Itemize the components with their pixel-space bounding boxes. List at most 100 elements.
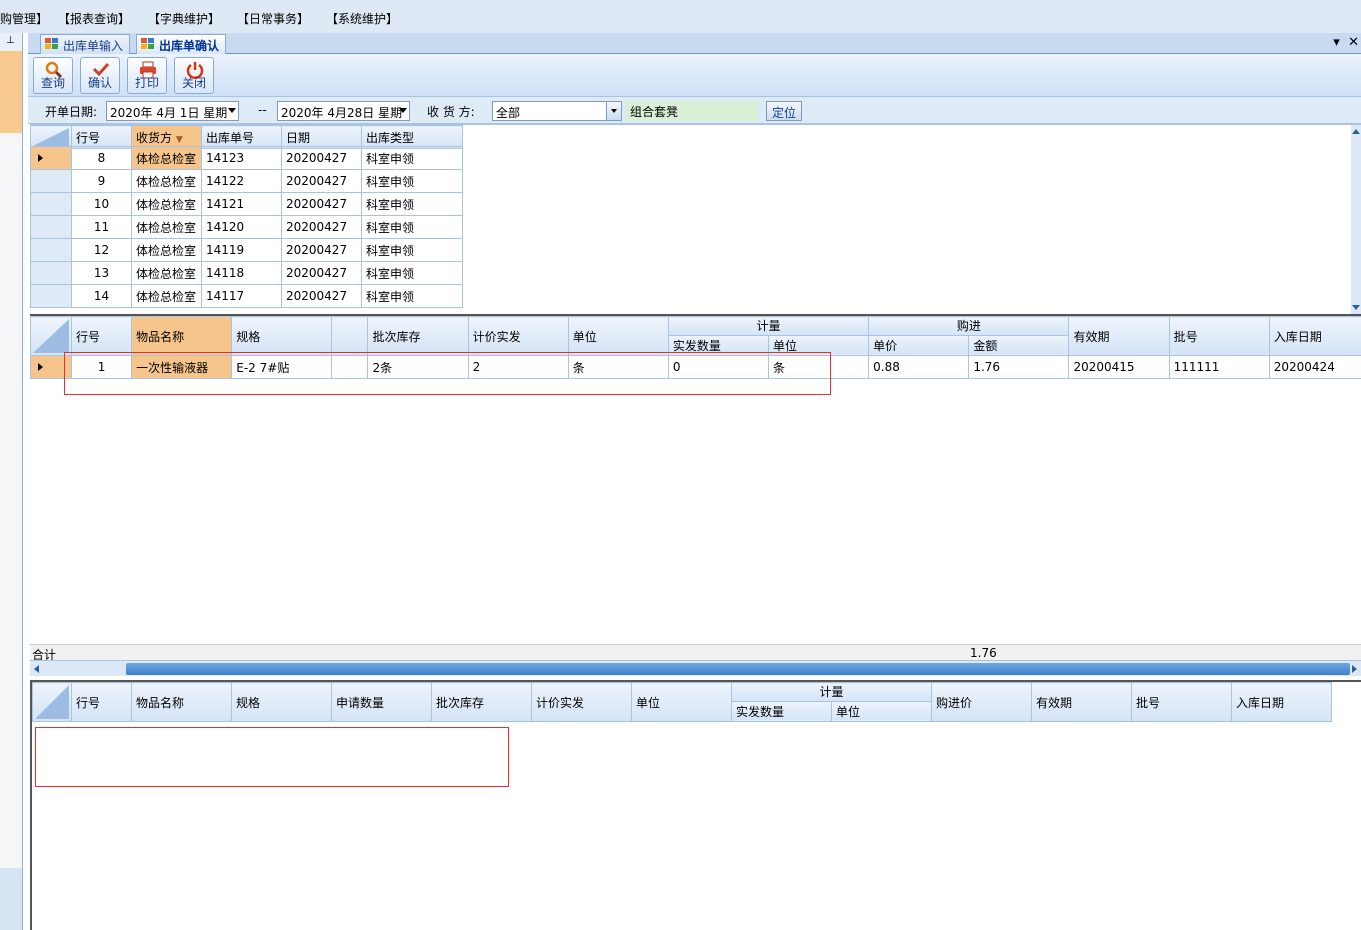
col-header-inbound-date[interactable]: 入库日期 (1231, 682, 1333, 722)
col-header-priced-issued[interactable]: 计价实发 (531, 682, 632, 722)
col-header-expiry[interactable]: 有效期 (1068, 316, 1170, 356)
cell-date[interactable]: 20200427 (281, 169, 362, 193)
cell-type[interactable]: 科室申领 (361, 192, 463, 216)
col-header-unit-price[interactable]: 单价 (868, 334, 970, 357)
col-header-item-name[interactable]: 物品名称 (131, 316, 233, 356)
cell-row-no[interactable]: 13 (71, 261, 132, 285)
cell-row-no[interactable]: 10 (71, 192, 132, 216)
cell-date[interactable]: 20200427 (281, 215, 362, 239)
cell-type[interactable]: 科室申领 (361, 169, 463, 193)
cell-receiver[interactable]: 体检总检室 (131, 169, 202, 193)
cell-row-no[interactable]: 12 (71, 238, 132, 262)
cell-type[interactable]: 科室申领 (361, 215, 463, 239)
date-to-picker[interactable]: 2020年 4月28日 星期 (277, 101, 410, 121)
cell-order-no[interactable]: 14121 (201, 192, 282, 216)
cell-date[interactable]: 20200427 (281, 146, 362, 170)
cell-receiver[interactable]: 体检总检室 (131, 192, 202, 216)
dock-selected-item[interactable] (0, 51, 22, 133)
locate-button[interactable]: 定位 (766, 101, 802, 121)
scroll-up-icon[interactable] (1352, 129, 1360, 134)
menu-system[interactable]: 【系统维护】 (326, 10, 398, 27)
cell-type[interactable]: 科室申领 (361, 146, 463, 170)
table-row[interactable]: 10 体检总检室 14121 20200427 科室申领 (30, 192, 463, 216)
cell-order-no[interactable]: 14117 (201, 284, 282, 308)
close-icon[interactable]: ✕ (1348, 35, 1359, 50)
col-header-spec[interactable]: 规格 (231, 316, 333, 356)
col-header-row-no[interactable]: 行号 (71, 316, 133, 356)
cell-date[interactable]: 20200427 (281, 192, 362, 216)
menu-report-query[interactable]: 【报表查询】 (58, 10, 130, 27)
cell-type[interactable]: 科室申领 (361, 261, 463, 285)
query-button[interactable]: 查询 (33, 57, 73, 94)
confirm-button[interactable]: 确认 (80, 57, 120, 94)
horizontal-scrollbar[interactable] (30, 660, 1361, 676)
splitter[interactable] (23, 33, 30, 930)
cell-order-no[interactable]: 14120 (201, 215, 282, 239)
cell-amount[interactable]: 1.76 (968, 355, 1070, 379)
col-header-item-name[interactable]: 物品名称 (131, 682, 232, 722)
table-row[interactable]: 14 体检总检室 14117 20200427 科室申领 (30, 284, 463, 308)
cell-expiry[interactable]: 20200415 (1068, 355, 1170, 379)
scroll-right-icon[interactable] (1352, 665, 1357, 673)
table-row[interactable]: 12 体检总检室 14119 20200427 科室申领 (30, 238, 463, 262)
vertical-scrollbar[interactable] (1351, 125, 1361, 314)
col-header-inbound-date[interactable]: 入库日期 (1268, 316, 1361, 356)
close-button[interactable]: 关闭 (174, 57, 214, 94)
scroll-down-icon[interactable] (1352, 305, 1360, 310)
cell-receiver[interactable]: 体检总检室 (131, 261, 202, 285)
table-row[interactable]: 13 体检总检室 14118 20200427 科室申领 (30, 261, 463, 285)
col-header-expiry[interactable]: 有效期 (1031, 682, 1133, 722)
cell-row-no[interactable]: 14 (71, 284, 132, 308)
cell-receiver[interactable]: 体检总检室 (131, 146, 202, 170)
col-header-batch-stock[interactable]: 批次库存 (431, 682, 532, 722)
row-indicator[interactable] (30, 192, 72, 216)
date-from-picker[interactable]: 2020年 4月 1日 星期 (106, 101, 239, 121)
receiver-select[interactable]: 全部 (492, 101, 622, 121)
col-header-purchase-price[interactable]: 购进价 (931, 682, 1033, 722)
cell-row-no[interactable]: 11 (71, 215, 132, 239)
col-header-batch-no[interactable]: 批号 (1131, 682, 1233, 722)
scroll-thumb[interactable] (126, 663, 1350, 675)
print-button[interactable]: 打印 (127, 57, 167, 94)
pin-icon[interactable]: ⊥ (6, 35, 15, 46)
tab-outbound-input[interactable]: 出库单输入 (40, 34, 131, 54)
row-indicator[interactable] (30, 238, 72, 262)
cell-batch-no[interactable]: 111111 (1168, 355, 1270, 379)
cell-receiver[interactable]: 体检总检室 (131, 215, 202, 239)
col-header-priced-issued[interactable]: 计价实发 (467, 316, 569, 356)
menu-daily-affairs[interactable]: 【日常事务】 (237, 10, 309, 27)
cell-order-no[interactable]: 14123 (201, 146, 282, 170)
set-field[interactable]: 组合套凳 (626, 101, 758, 121)
row-indicator[interactable] (30, 215, 72, 239)
cell-date[interactable]: 20200427 (281, 284, 362, 308)
table-row[interactable]: 11 体检总检室 14120 20200427 科室申领 (30, 215, 463, 239)
cell-type[interactable]: 科室申领 (361, 238, 463, 262)
cell-row-no[interactable]: 8 (71, 146, 132, 170)
cell-row-no[interactable]: 9 (71, 169, 132, 193)
scroll-left-icon[interactable] (34, 665, 39, 673)
cell-receiver[interactable]: 体检总检室 (131, 238, 202, 262)
cell-unit-price[interactable]: 0.88 (868, 355, 970, 379)
tab-list-icon[interactable]: ▾ (1333, 35, 1340, 50)
chevron-down-icon[interactable] (606, 102, 621, 120)
col-header-batch-no[interactable]: 批号 (1168, 316, 1270, 356)
cell-receiver[interactable]: 体检总检室 (131, 284, 202, 308)
col-header-request-qty[interactable]: 申请数量 (331, 682, 432, 722)
table-row[interactable]: 8 体检总检室 14123 20200427 科室申领 (30, 146, 463, 170)
col-header-blank[interactable] (331, 316, 369, 356)
row-indicator[interactable] (30, 284, 72, 308)
col-header-issued-qty[interactable]: 实发数量 (731, 700, 832, 723)
cell-order-no[interactable]: 14122 (201, 169, 282, 193)
cell-order-no[interactable]: 14119 (201, 238, 282, 262)
row-indicator[interactable] (30, 261, 72, 285)
col-header-unit[interactable]: 单位 (567, 316, 669, 356)
col-header-row-no[interactable]: 行号 (71, 682, 132, 722)
row-indicator[interactable] (30, 146, 72, 170)
col-header-batch-stock[interactable]: 批次库存 (367, 316, 469, 356)
col-header-spec[interactable]: 规格 (231, 682, 332, 722)
cell-inbound-date[interactable]: 20200424 (1268, 355, 1361, 379)
dock-bottom-item[interactable] (0, 868, 22, 930)
cell-date[interactable]: 20200427 (281, 238, 362, 262)
cell-type[interactable]: 科室申领 (361, 284, 463, 308)
cell-date[interactable]: 20200427 (281, 261, 362, 285)
